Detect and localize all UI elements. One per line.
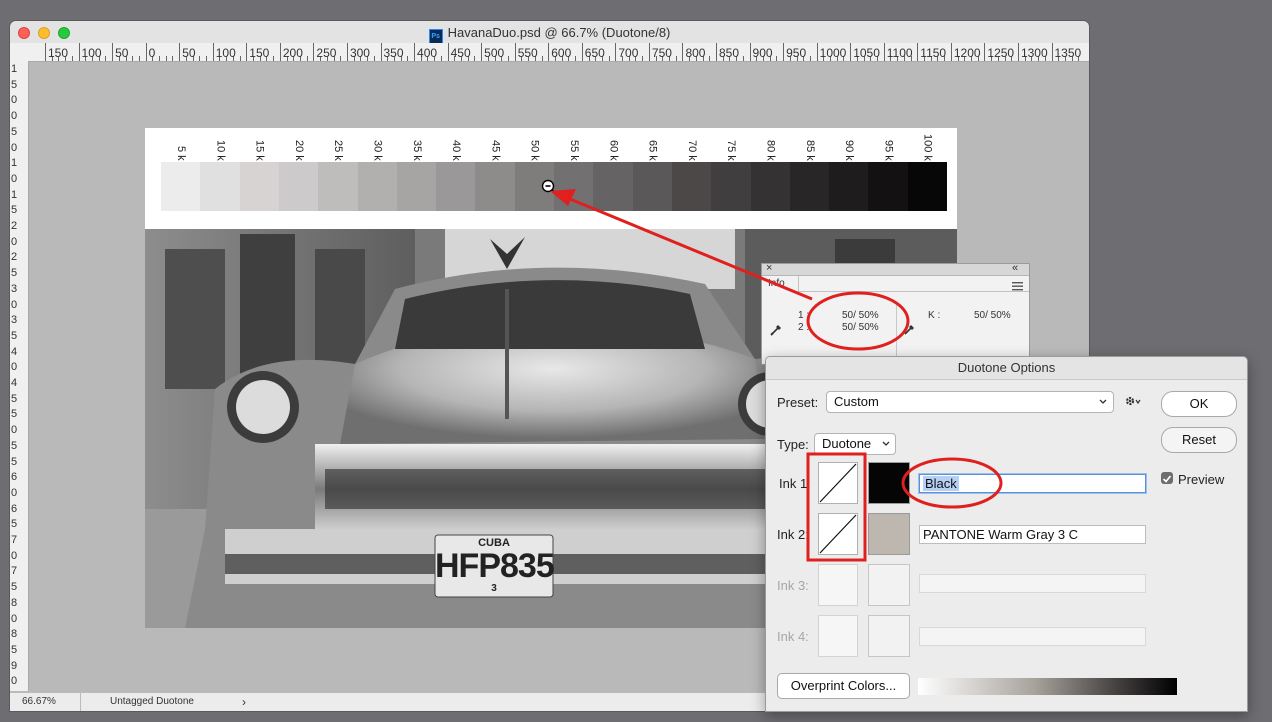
annotation-arrow-line — [569, 197, 813, 301]
info-values-highlight-ellipse — [806, 291, 910, 351]
annotation-arrow-head — [550, 189, 576, 206]
annotation-overlay — [550, 189, 1003, 562]
black-ink-highlight-ellipse — [901, 457, 1003, 509]
ink-curves-highlight-box — [806, 452, 867, 562]
